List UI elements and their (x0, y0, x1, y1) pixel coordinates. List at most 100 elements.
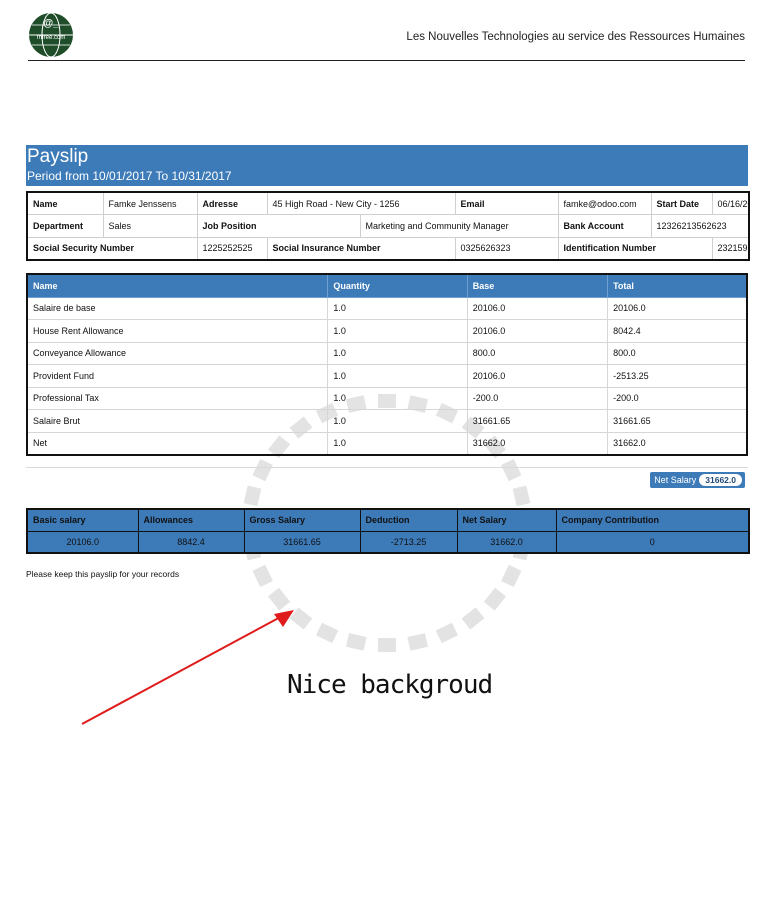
id-value: 2321598 (711, 236, 750, 260)
col-header-base: Base (466, 273, 609, 298)
table-row: Salaire de base 1.0 20106.0 20106.0 (26, 296, 748, 320)
records-note: Please keep this payslip for your record… (26, 569, 180, 579)
summary-header-allowances: Allowances (137, 508, 245, 532)
line-name: Salaire Brut (26, 409, 329, 433)
payslip-title: Payslip (27, 146, 89, 167)
watermark-segment (407, 633, 429, 651)
summary-deduction-value: -2713.25 (359, 530, 458, 554)
id-label: Identification Number (557, 236, 713, 260)
salary-summary-table: Basic salary Allowances Gross Salary Ded… (26, 508, 750, 554)
info-row: Name Famke Jenssens Adresse 45 High Road… (26, 191, 750, 215)
line-base: 20106.0 (466, 296, 609, 320)
header-tagline: Les Nouvelles Technologies au service de… (406, 31, 745, 43)
line-total: 31661.65 (607, 409, 748, 433)
summary-header-contribution: Company Contribution (555, 508, 750, 532)
watermark-segment (435, 622, 459, 644)
watermark-segment (501, 458, 522, 482)
watermark-segment (461, 607, 485, 630)
line-total: 800.0 (607, 341, 748, 365)
watermark-segment (315, 622, 339, 644)
summary-value-row: 20106.0 8842.4 31661.65 -2713.25 31662.0… (26, 530, 750, 554)
header-divider (28, 60, 745, 61)
info-row: Department Sales Job Position Marketing … (26, 214, 750, 238)
bank-value: 12326213562623 (650, 214, 750, 238)
watermark-segment (483, 587, 506, 611)
email-label: Email (454, 191, 559, 215)
line-quantity: 1.0 (327, 341, 468, 365)
company-logo: @_ rhfree.com (29, 12, 73, 58)
net-salary-badge: Net Salary 31662.0 (650, 472, 745, 488)
line-total: -200.0 (607, 386, 748, 410)
info-row: Social Security Number 1225252525 Social… (26, 236, 750, 260)
line-base: 20106.0 (466, 364, 609, 388)
payslip-lines-table: Name Quantity Base Total Salaire de base… (26, 273, 748, 456)
logo-text: rhfree.com (37, 35, 66, 41)
address-label: Adresse (196, 191, 268, 215)
payslip-banner: Payslip Period from 10/01/2017 To 10/31/… (26, 145, 748, 186)
ssn-value: 1225252525 (196, 236, 268, 260)
line-quantity: 1.0 (327, 319, 468, 343)
summary-basic-value: 20106.0 (26, 530, 139, 554)
department-value: Sales (102, 214, 198, 238)
svg-text:@_: @_ (43, 18, 59, 29)
line-name: Provident Fund (26, 364, 329, 388)
line-base: 800.0 (466, 341, 609, 365)
name-value: Famke Jenssens (102, 191, 198, 215)
watermark-segment (512, 485, 531, 507)
summary-contribution-value: 0 (555, 530, 750, 554)
net-salary-badge-value: 31662.0 (699, 474, 742, 486)
watermark-segment (252, 458, 273, 482)
summary-header-basic: Basic salary (26, 508, 139, 532)
watermark-segment (501, 564, 522, 588)
table-row: Professional Tax 1.0 -200.0 -200.0 (26, 386, 748, 410)
sin-label: Social Insurance Number (266, 236, 456, 260)
address-value: 45 High Road - New City - 1256 (266, 191, 456, 215)
watermark-segment (243, 485, 262, 507)
line-total: 31662.0 (607, 431, 748, 455)
ssn-label: Social Security Number (26, 236, 198, 260)
table-row: Provident Fund 1.0 20106.0 -2513.25 (26, 364, 748, 388)
line-name: Conveyance Allowance (26, 341, 329, 365)
annotation-text: Nice backgroud (287, 670, 493, 700)
summary-net-value: 31662.0 (456, 530, 557, 554)
line-name: Salaire de base (26, 296, 329, 320)
line-name: House Rent Allowance (26, 319, 329, 343)
table-row: Salaire Brut 1.0 31661.65 31661.65 (26, 409, 748, 433)
employee-info-table: Name Famke Jenssens Adresse 45 High Road… (26, 191, 750, 261)
line-total: 20106.0 (607, 296, 748, 320)
line-quantity: 1.0 (327, 296, 468, 320)
sin-value: 0325626323 (454, 236, 559, 260)
summary-header-gross: Gross Salary (243, 508, 361, 532)
line-name: Net (26, 431, 329, 455)
email-value: famke@odoo.com (557, 191, 652, 215)
table-row: House Rent Allowance 1.0 20106.0 8042.4 (26, 319, 748, 343)
payslip-period: Period from 10/01/2017 To 10/31/2017 (27, 169, 232, 183)
watermark-segment (345, 633, 367, 651)
line-base: 31661.65 (466, 409, 609, 433)
job-value: Marketing and Community Manager (359, 214, 559, 238)
summary-header-row: Basic salary Allowances Gross Salary Ded… (26, 508, 750, 532)
col-header-name: Name (26, 273, 329, 298)
bank-label: Bank Account (557, 214, 652, 238)
line-base: -200.0 (466, 386, 609, 410)
summary-header-net: Net Salary (456, 508, 557, 532)
department-label: Department (26, 214, 104, 238)
annotation-arrow (81, 610, 294, 725)
watermark-segment (252, 564, 273, 588)
col-header-quantity: Quantity (327, 273, 468, 298)
line-quantity: 1.0 (327, 431, 468, 455)
net-salary-badge-label: Net Salary (654, 475, 697, 485)
start-date-value: 06/16/2017 (711, 191, 750, 215)
line-quantity: 1.0 (327, 409, 468, 433)
line-quantity: 1.0 (327, 386, 468, 410)
line-base: 31662.0 (466, 431, 609, 455)
watermark-segment (378, 638, 396, 652)
line-quantity: 1.0 (327, 364, 468, 388)
name-label: Name (26, 191, 104, 215)
line-base: 20106.0 (466, 319, 609, 343)
job-label: Job Position (196, 214, 361, 238)
line-total: 8042.4 (607, 319, 748, 343)
lines-header-row: Name Quantity Base Total (26, 273, 748, 298)
table-row: Net 1.0 31662.0 31662.0 (26, 431, 748, 455)
line-total: -2513.25 (607, 364, 748, 388)
